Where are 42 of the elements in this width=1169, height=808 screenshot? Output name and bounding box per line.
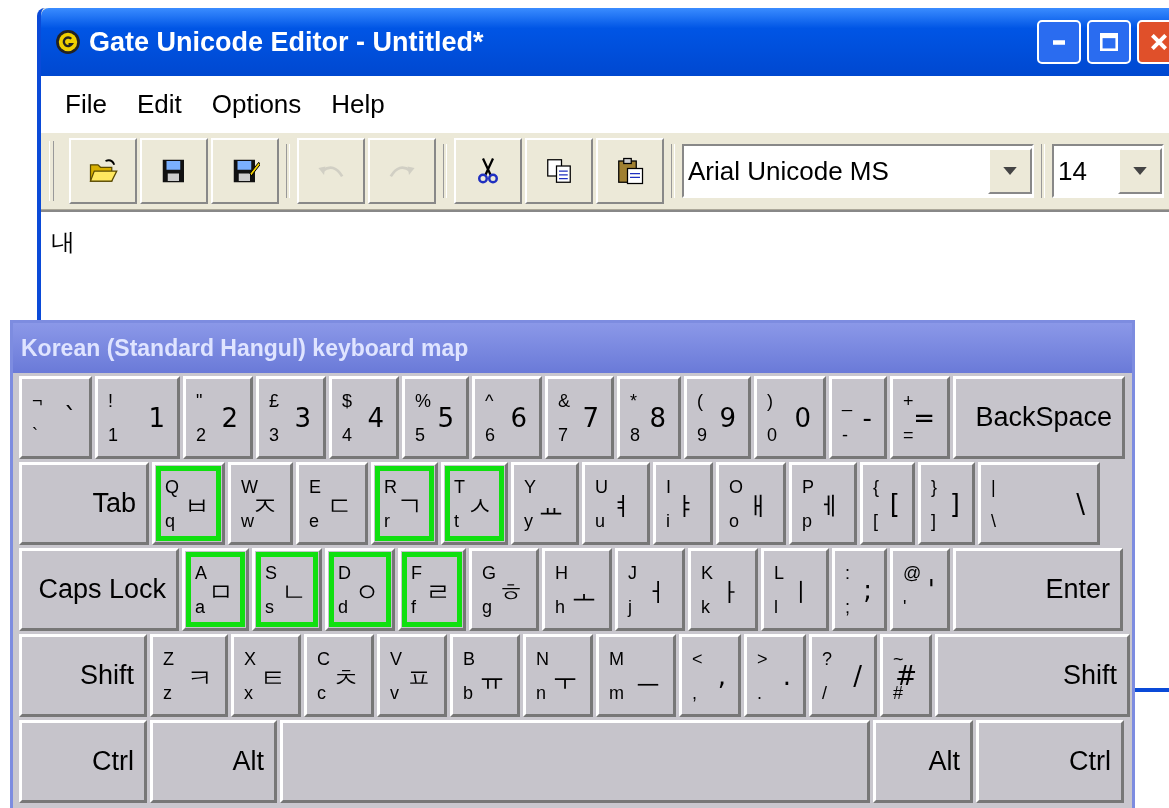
keyboard-key[interactable]: Alt [873,720,973,803]
paste-icon [615,156,645,186]
app-logo-icon [55,29,81,55]
minimize-button[interactable] [1037,20,1081,64]
undo-icon [317,164,345,178]
toolbar-button[interactable] [140,138,208,204]
keyboard-key[interactable]: Shift [935,634,1130,717]
keyboard-key[interactable]: ! 1 1 [95,376,180,459]
keyboard-key[interactable]: Alt [150,720,277,803]
keyboard-key[interactable]: Caps Lock [19,548,179,631]
keyboard-key[interactable]: ? / / [809,634,877,717]
maximize-icon [1100,33,1118,51]
keyboard-key[interactable]: BackSpace [953,376,1125,459]
maximize-button[interactable] [1087,20,1131,64]
menu-item[interactable]: File [51,88,123,120]
font-dropdown[interactable]: Arial Unicode MS [682,144,1034,198]
menu-item[interactable]: Help [317,88,401,120]
menu-item[interactable]: Edit [122,88,198,120]
keyboard-key[interactable]: ¬ ` ` [19,376,92,459]
toolbar-button[interactable] [596,138,664,204]
dropdown-arrow-icon [1133,166,1147,176]
copy-icon [544,156,574,186]
minimize-icon [1053,39,1065,45]
keyboard-key[interactable]: | \ \ [978,462,1100,545]
size-dropdown[interactable]: 14 [1052,144,1164,198]
keyboard-key[interactable]: Shift [19,634,147,717]
toolbar-button[interactable] [454,138,522,204]
menu-item[interactable]: Options [197,88,318,120]
space-key[interactable] [280,720,870,803]
keyboard-key[interactable]: Ctrl [19,720,147,803]
keyboard-key[interactable]: Tab [19,462,149,545]
close-button[interactable] [1137,20,1169,64]
keyboard-key[interactable]: Enter [953,548,1123,631]
redo-icon [388,164,416,178]
keyboard-key[interactable]: ~ # # [880,634,932,717]
window-title: Gate Unicode Editor - Untitled* [89,26,484,58]
close-icon [1151,34,1167,50]
toolbar-button[interactable] [525,138,593,204]
keyboard-key[interactable]: Ctrl [976,720,1124,803]
toolbar-button[interactable] [211,138,279,204]
dropdown-arrow-icon [1003,166,1017,176]
editor-text: 내 [51,228,75,256]
